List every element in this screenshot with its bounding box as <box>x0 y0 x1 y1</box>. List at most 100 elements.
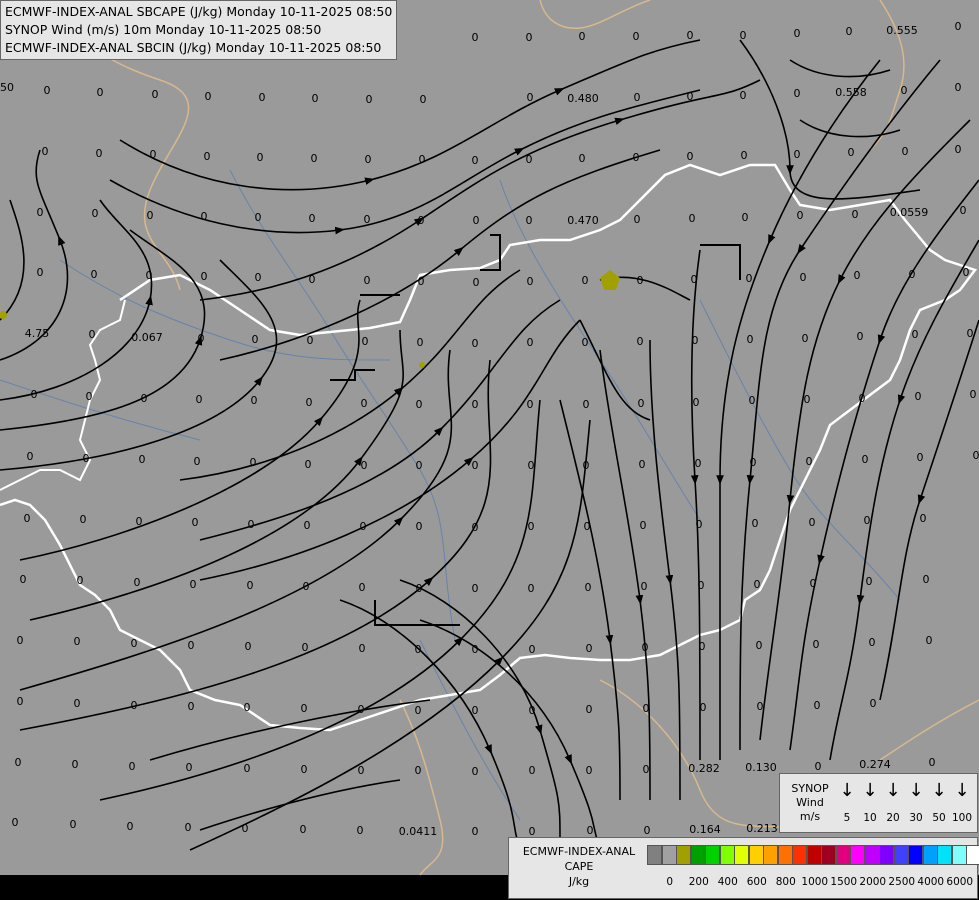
cape-value-label: 0 <box>955 81 962 94</box>
wind-arrow-icon: ↓ <box>862 780 878 801</box>
cape-value-label: 0 <box>586 764 593 777</box>
cape-value-label: 0 <box>415 764 422 777</box>
cape-value-label: 0 <box>309 212 316 225</box>
cape-value-label: 0 <box>912 328 919 341</box>
cape-value-label: 0 <box>252 333 259 346</box>
cape-value-label: 0.0411 <box>399 825 438 838</box>
cape-value-label: 0 <box>364 274 371 287</box>
cape-value-label: 0 <box>579 30 586 43</box>
cape-value-label: 0 <box>693 396 700 409</box>
cape-value-label: 0 <box>643 702 650 715</box>
cape-value-label: 0 <box>201 210 208 223</box>
cape-value-label: 0.274 <box>859 758 891 771</box>
cape-value-label: 0 <box>473 214 480 227</box>
cape-value-label: 0 <box>529 764 536 777</box>
cape-value-label: 0 <box>37 206 44 219</box>
cape-tick-label: 1000 <box>801 876 829 888</box>
cape-value-label: 0 <box>248 518 255 531</box>
cape-value-label: 0 <box>205 90 212 103</box>
cape-value-label: 0 <box>582 274 589 287</box>
cape-color-swatch <box>908 845 923 865</box>
cape-value-label: 0 <box>418 214 425 227</box>
cape-tick-label: 600 <box>746 876 767 888</box>
cape-value-label: 0 <box>416 582 423 595</box>
cape-value-label: 0 <box>862 453 869 466</box>
cape-value-label: 0.067 <box>131 331 163 344</box>
cape-value-label: 0 <box>639 458 646 471</box>
cape-value-label: 0 <box>797 209 804 222</box>
cape-color-swatch <box>966 845 979 865</box>
cape-value-label: 0 <box>92 207 99 220</box>
cape-color-swatch <box>835 845 851 865</box>
cape-value-label: 0 <box>915 390 922 403</box>
cape-value-label: 0 <box>687 150 694 163</box>
cape-value-label: 0 <box>245 640 252 653</box>
cape-value-label: 0 <box>909 268 916 281</box>
cape-value-label: 0 <box>692 334 699 347</box>
cape-value-label: 0 <box>146 269 153 282</box>
cape-value-label: 0 <box>419 153 426 166</box>
cape-value-label: 0 <box>869 636 876 649</box>
synop-legend-subtitle: Wind <box>796 796 824 809</box>
cape-value-label: 0 <box>415 643 422 656</box>
weather-map: 50 0 0 0 0 0 0 0 0 0 0.480 0 0 0 0 0.558 0 00 0 0 0 0 0 0 0 0.555… <box>0 0 979 900</box>
cape-value-label: 0 <box>529 704 536 717</box>
cape-value-label: 0 <box>579 152 586 165</box>
cape-value-label: 0 <box>526 153 533 166</box>
wind-speed-label: 10 <box>863 812 877 824</box>
cape-value-label: 0 <box>802 332 809 345</box>
cape-color-swatch <box>734 845 749 865</box>
cape-value-label: 0 <box>746 272 753 285</box>
cape-value-label: 0 <box>416 459 423 472</box>
cape-value-label: 0 <box>473 276 480 289</box>
cape-value-label: 0 <box>192 516 199 529</box>
cape-value-label: 0 <box>250 456 257 469</box>
cape-value-label: 0.130 <box>745 761 777 774</box>
cape-value-label: 0 <box>640 519 647 532</box>
wind-speed-label: 20 <box>886 812 900 824</box>
cape-value-label: 0 <box>303 580 310 593</box>
cape-value-label: 0 <box>196 393 203 406</box>
cape-value-label: 0 <box>794 148 801 161</box>
cape-legend-subtitle: CAPE <box>564 860 594 873</box>
cape-value-label: 4.75 <box>25 327 50 340</box>
wind-arrow-icon: ↓ <box>908 780 924 801</box>
cape-value-label: 0 <box>582 336 589 349</box>
cape-value-label: 0 <box>472 643 479 656</box>
cape-value-label: 0 <box>190 578 197 591</box>
cape-value-label: 0 <box>360 520 367 533</box>
cape-value-label: 0 <box>358 703 365 716</box>
cape-value-label: 0 <box>311 152 318 165</box>
cape-value-label: 0 <box>527 336 534 349</box>
cape-value-label: 0 <box>691 273 698 286</box>
cape-value-label: 0 <box>358 764 365 777</box>
cape-value-label: 0.282 <box>688 762 720 775</box>
cape-tick-label: 1500 <box>830 876 858 888</box>
cape-value-label: 0 <box>742 211 749 224</box>
synop-wind-legend: SYNOP Wind m/s ↓ 5 ↓ 10 ↓ 20 ↓ 30 ↓ 50 ↓ 100 <box>779 773 978 833</box>
cape-value-label: 0 <box>583 398 590 411</box>
cape-value-label: 0 <box>77 574 84 587</box>
cape-value-label: 0 <box>926 634 933 647</box>
cape-value-label: 0 <box>72 758 79 771</box>
cape-value-label: 0 <box>740 89 747 102</box>
cape-value-label: 0 <box>301 763 308 776</box>
cape-tick-label: 400 <box>717 876 738 888</box>
cape-value-label: 0 <box>687 90 694 103</box>
wind-speed-label: 100 <box>951 812 973 824</box>
cape-value-label: 0 <box>810 577 817 590</box>
cape-value-label: 0 <box>634 91 641 104</box>
cape-value-label: 0 <box>967 327 974 340</box>
header-line-cin: ECMWF-INDEX-ANAL SBCIN (J/kg) Monday 10-… <box>5 40 382 55</box>
cape-value-label: 0 <box>31 388 38 401</box>
cape-value-label: 0 <box>794 87 801 100</box>
cape-value-label: 50 <box>0 81 14 94</box>
cape-value-label: 0 <box>472 825 479 838</box>
cape-value-label: 0 <box>472 765 479 778</box>
cape-value-label: 0 <box>804 393 811 406</box>
cape-value-label: 0 <box>472 398 479 411</box>
cape-value-label: 0 <box>526 214 533 227</box>
cape-value-label: 0 <box>359 581 366 594</box>
cape-value-label: 0 <box>301 702 308 715</box>
cape-value-label: 0 <box>528 459 535 472</box>
